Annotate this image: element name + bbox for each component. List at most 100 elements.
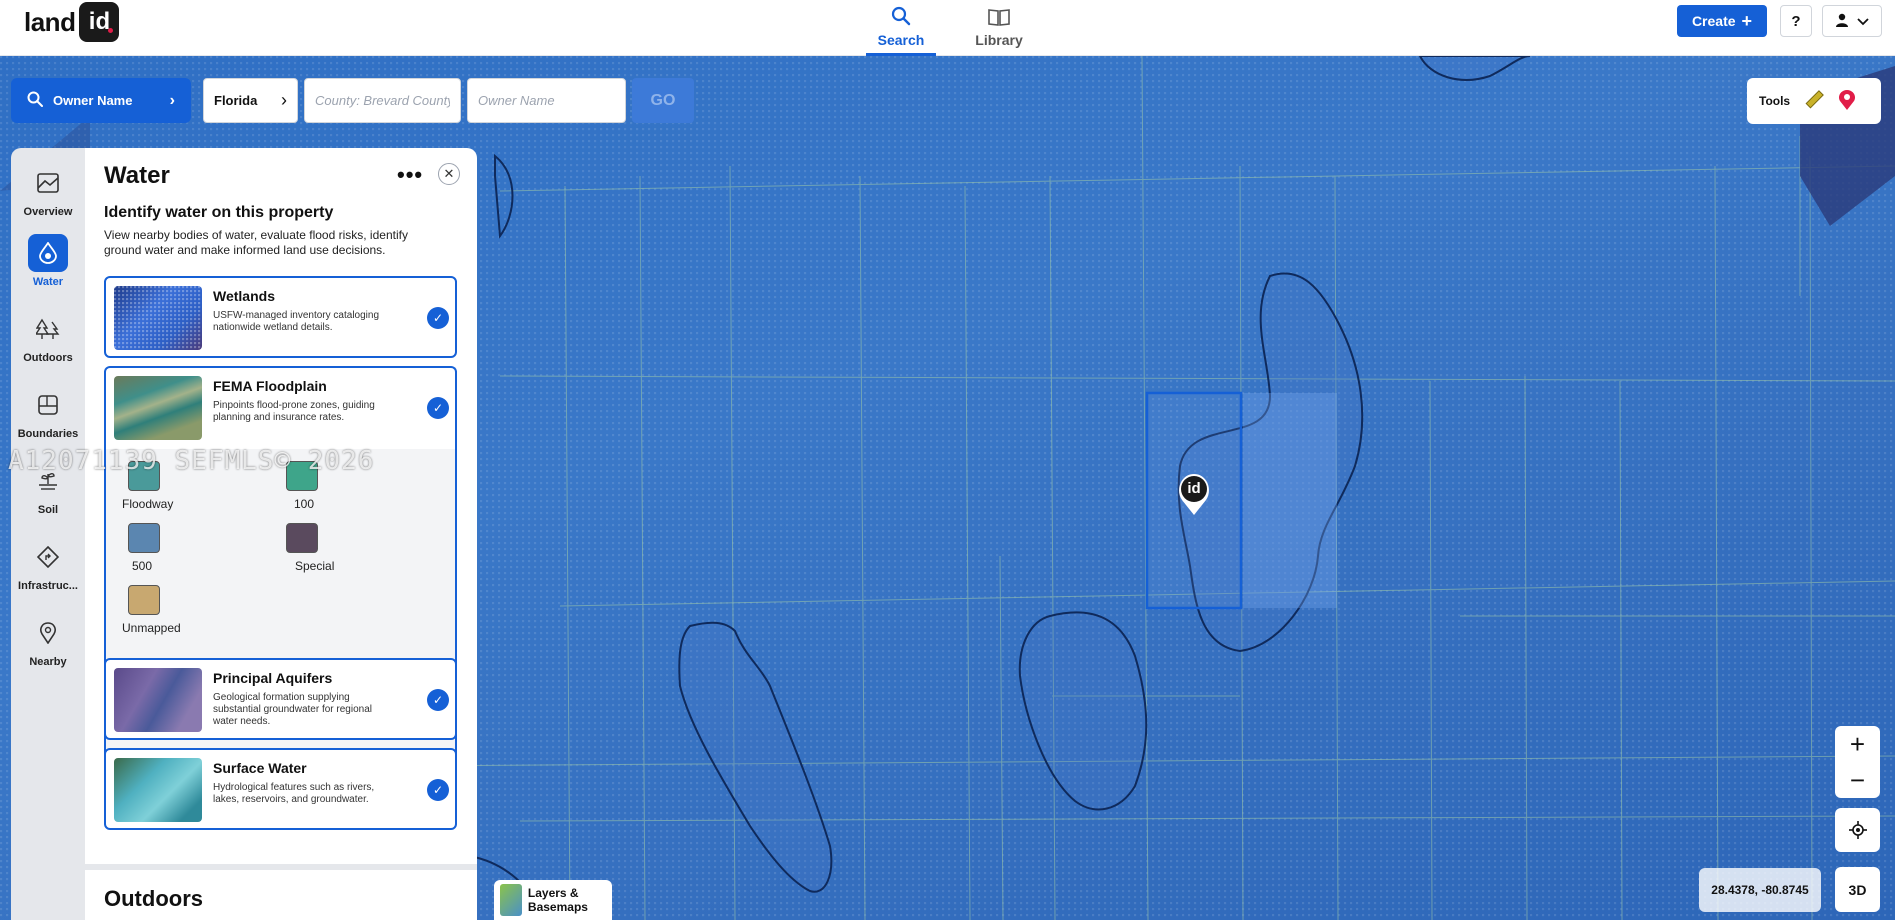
wetland-polygons: [678, 56, 1531, 893]
help-button[interactable]: ?: [1780, 5, 1812, 37]
sidebar-item-label: Boundaries: [17, 428, 79, 440]
state-select[interactable]: Florida ›: [203, 78, 298, 123]
chevron-down-icon: [1857, 13, 1869, 29]
sidebar-item-label: Soil: [37, 504, 59, 516]
layer-name: Principal Aquifers: [213, 670, 333, 686]
checkmark-icon[interactable]: ✓: [427, 307, 449, 329]
boundaries-icon: [28, 386, 68, 424]
tab-library[interactable]: Library: [964, 0, 1034, 56]
layer-name: Wetlands: [213, 288, 275, 304]
plus-icon: +: [1741, 11, 1753, 31]
legend-label: Unmapped: [122, 621, 181, 635]
legend-swatch: [128, 523, 160, 553]
close-icon[interactable]: ✕: [438, 163, 460, 185]
app-header: land id Search Library Create + ?: [0, 0, 1895, 56]
sidebar: Overview Water Outdoors Boundaries Soil …: [11, 148, 85, 920]
owner-field-wrap: [467, 78, 626, 123]
fema-thumbnail: [114, 376, 202, 440]
location-pin-icon[interactable]: [1838, 89, 1856, 114]
go-label: GO: [650, 91, 676, 109]
search-mode-button[interactable]: Owner Name ›: [11, 78, 191, 123]
3d-label: 3D: [1848, 881, 1867, 898]
checkmark-icon[interactable]: ✓: [427, 779, 449, 801]
create-label: Create: [1691, 13, 1736, 29]
checkmark-icon[interactable]: ✓: [427, 397, 449, 419]
sidebar-item-label: Nearby: [29, 656, 67, 668]
tab-search[interactable]: Search: [866, 0, 936, 56]
crosshair-icon: [1848, 821, 1867, 839]
sidebar-item-outdoors[interactable]: Outdoors: [11, 310, 85, 364]
logo-text: land: [24, 6, 76, 37]
user-menu-button[interactable]: [1822, 5, 1882, 37]
mls-watermark: A12071139 SEFMLS© 2026: [8, 446, 375, 476]
layer-name: Surface Water: [213, 760, 307, 776]
layers-thumbnail: [500, 884, 522, 916]
owner-name-input[interactable]: [478, 93, 615, 108]
user-icon: [1835, 13, 1849, 30]
water-panel: Water ••• ✕ Identify water on this prope…: [85, 148, 477, 920]
layer-card-principal-aquifers[interactable]: Principal Aquifers Geological formation …: [104, 658, 457, 740]
legend-label: Floodway: [122, 497, 174, 511]
sidebar-item-label: Infrastruc...: [18, 580, 78, 592]
tools-panel[interactable]: Tools: [1747, 78, 1881, 124]
sidebar-item-label: Outdoors: [23, 352, 73, 364]
3d-toggle-button[interactable]: 3D: [1835, 867, 1880, 912]
legend-label: Special: [295, 559, 335, 573]
tools-label: Tools: [1759, 94, 1791, 108]
overview-icon: [28, 164, 68, 202]
search-mode-label: Owner Name: [53, 93, 133, 108]
layer-card-wetlands[interactable]: Wetlands USFW-managed inventory catalogi…: [104, 276, 457, 358]
logo[interactable]: land id: [24, 2, 120, 42]
minus-icon: −: [1849, 764, 1866, 795]
sidebar-item-water[interactable]: Water: [11, 234, 85, 288]
create-button[interactable]: Create +: [1677, 5, 1767, 37]
state-value: Florida: [214, 93, 258, 108]
checkmark-icon[interactable]: ✓: [427, 689, 449, 711]
outdoors-section-title: Outdoors: [104, 886, 203, 911]
panel-description: View nearby bodies of water, evaluate fl…: [104, 228, 408, 257]
logo-badge: id: [79, 2, 120, 42]
panel-title: Water: [104, 162, 170, 189]
layers-basemaps-button[interactable]: Layers & Basemaps: [494, 880, 612, 920]
layer-name: FEMA Floodplain: [213, 378, 327, 394]
zoom-in-button[interactable]: +: [1835, 726, 1880, 762]
legend-label: 100: [294, 497, 315, 511]
county-input[interactable]: [315, 93, 450, 108]
water-drop-icon: [28, 234, 68, 272]
plus-icon: +: [1849, 728, 1866, 759]
layers-label: Layers & Basemaps: [527, 886, 588, 914]
more-options-icon[interactable]: •••: [397, 162, 423, 188]
aquifers-thumbnail: [114, 668, 202, 732]
legend-item-special: Special: [286, 523, 334, 573]
zoom-out-button[interactable]: −: [1835, 762, 1880, 798]
layer-card-fema-floodplain[interactable]: FEMA Floodplain Pinpoints flood-prone zo…: [104, 366, 457, 451]
go-button[interactable]: GO: [632, 78, 694, 123]
layer-description: Pinpoints flood-prone zones, guiding pla…: [213, 400, 375, 423]
layer-description: USFW-managed inventory cataloging nation…: [213, 310, 380, 333]
sidebar-item-nearby[interactable]: Nearby: [11, 614, 85, 668]
my-location-button[interactable]: [1835, 808, 1880, 852]
logo-badge-text: id: [88, 8, 111, 35]
ruler-icon[interactable]: [1804, 89, 1825, 113]
search-icon: [27, 91, 43, 111]
layer-description: Geological formation supplying substanti…: [213, 692, 372, 727]
legend-item-500: 500: [128, 523, 160, 573]
parcel-marker[interactable]: id: [1177, 472, 1211, 516]
sidebar-item-infrastructure[interactable]: Infrastruc...: [11, 538, 85, 592]
layer-card-surface-water[interactable]: Surface Water Hydrological features such…: [104, 748, 457, 830]
panel-subtitle: Identify water on this property: [104, 204, 334, 221]
surface-water-thumbnail: [114, 758, 202, 822]
zoom-controls: + −: [1835, 726, 1880, 798]
section-divider: [85, 864, 477, 870]
legend-swatch: [286, 523, 318, 553]
county-field-wrap: [304, 78, 461, 123]
sidebar-item-boundaries[interactable]: Boundaries: [11, 386, 85, 440]
legend-swatch: [128, 585, 160, 615]
legend-item-unmapped: Unmapped: [122, 585, 181, 635]
legend-label: 500: [132, 559, 153, 573]
tab-search-label: Search: [877, 31, 925, 48]
sidebar-item-overview[interactable]: Overview: [11, 164, 85, 218]
tab-library-label: Library: [975, 32, 1023, 48]
trees-icon: [28, 310, 68, 348]
wetlands-thumbnail: [114, 286, 202, 350]
